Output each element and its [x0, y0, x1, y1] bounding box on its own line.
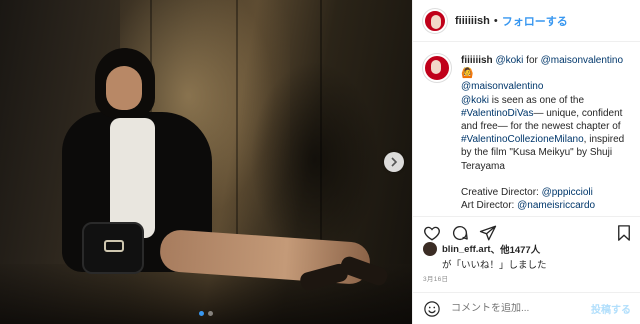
- likes-others[interactable]: 、他1477人: [491, 242, 541, 256]
- caption-first-line: fiiiiiish @koki for @maisonvalentino: [461, 54, 624, 67]
- post-photo[interactable]: [0, 0, 412, 324]
- person-shirt: [110, 118, 155, 238]
- like-button[interactable]: [423, 224, 441, 242]
- action-bar: [413, 216, 640, 242]
- shadow-figure: [250, 60, 380, 260]
- likes-suffix: が「いいね！」しました: [442, 260, 547, 271]
- header-username[interactable]: fiiiiiish: [455, 15, 490, 27]
- liker-username[interactable]: blin_eff.art: [442, 244, 491, 255]
- share-icon: [479, 225, 497, 240]
- carousel-dots: [0, 311, 412, 316]
- caption-area: fiiiiiish @koki for @maisonvalentino 🙆 @…: [413, 42, 640, 210]
- caption-avatar[interactable]: [423, 54, 451, 82]
- handbag: [82, 222, 144, 274]
- mention-link[interactable]: @maisonvalentino: [541, 55, 623, 66]
- liker-avatar[interactable]: [423, 242, 437, 256]
- likes-summary: blin_eff.art 、他1477人: [423, 242, 540, 256]
- caption-text: @koki for @maisonvalentino: [495, 55, 624, 66]
- comment-input[interactable]: [451, 303, 591, 314]
- caption-line: @koki is seen as one of the: [461, 94, 585, 106]
- screen-panel-line: [236, 0, 238, 260]
- caption-line: @maisonvalentino: [461, 80, 624, 93]
- caption-line: and free— for the newest chapter of: [461, 121, 621, 133]
- save-button[interactable]: [615, 224, 633, 242]
- caption-line: Creative Director: @pppiccioli: [461, 186, 593, 198]
- post-header: fiiiiiish • フォローする: [413, 0, 640, 42]
- bookmark-icon: [618, 224, 630, 241]
- mention-link[interactable]: @maisonvalentino: [461, 81, 543, 92]
- mention-link[interactable]: @koki: [461, 95, 489, 106]
- caption-username[interactable]: fiiiiiish: [461, 55, 493, 66]
- avatar[interactable]: [423, 8, 447, 33]
- smile-icon: [424, 300, 440, 317]
- header-separator: •: [493, 14, 498, 27]
- caption-line: by the film "Kusa Meikyu" by Shuji: [461, 147, 613, 159]
- comment-bar: 投稿する: [413, 292, 640, 324]
- bag-clasp: [104, 240, 124, 252]
- hashtag-link[interactable]: #ValentinoCollezioneMilano: [461, 134, 584, 145]
- share-button[interactable]: [479, 224, 497, 242]
- follow-button[interactable]: フォローする: [502, 13, 568, 29]
- carousel-dot-active: [199, 311, 204, 316]
- caption-line: #ValentinoCollezioneMilano, inspired: [461, 134, 625, 146]
- caption-line: 🙆: [461, 68, 474, 80]
- caption: fiiiiiish @koki for @maisonvalentino 🙆 @…: [461, 54, 624, 210]
- caption-line: Art Director: @nameisriccardo: [461, 200, 596, 210]
- carousel-dot: [208, 311, 213, 316]
- next-slide-button[interactable]: [384, 152, 404, 172]
- post-side-panel: fiiiiiish • フォローする fiiiiiish @koki for @…: [412, 0, 640, 324]
- emoji-button[interactable]: [423, 300, 441, 318]
- caption-line: Terayama: [461, 160, 505, 172]
- mention-link[interactable]: @nameisriccardo: [517, 200, 595, 210]
- hashtag-link[interactable]: #ValentinoDiVas: [461, 108, 533, 119]
- person-face: [106, 66, 142, 110]
- comment-icon: [452, 225, 468, 240]
- mention-link[interactable]: @pppiccioli: [542, 187, 593, 198]
- post-date[interactable]: 3月16日: [423, 273, 448, 283]
- post-comment-button[interactable]: 投稿する: [591, 301, 631, 316]
- chevron-right-icon: [391, 157, 398, 167]
- comment-button[interactable]: [451, 224, 469, 242]
- caption-line: #ValentinoDiVas— unique, confident: [461, 107, 623, 119]
- heart-icon: [424, 226, 440, 241]
- mention-link[interactable]: @koki: [495, 55, 523, 66]
